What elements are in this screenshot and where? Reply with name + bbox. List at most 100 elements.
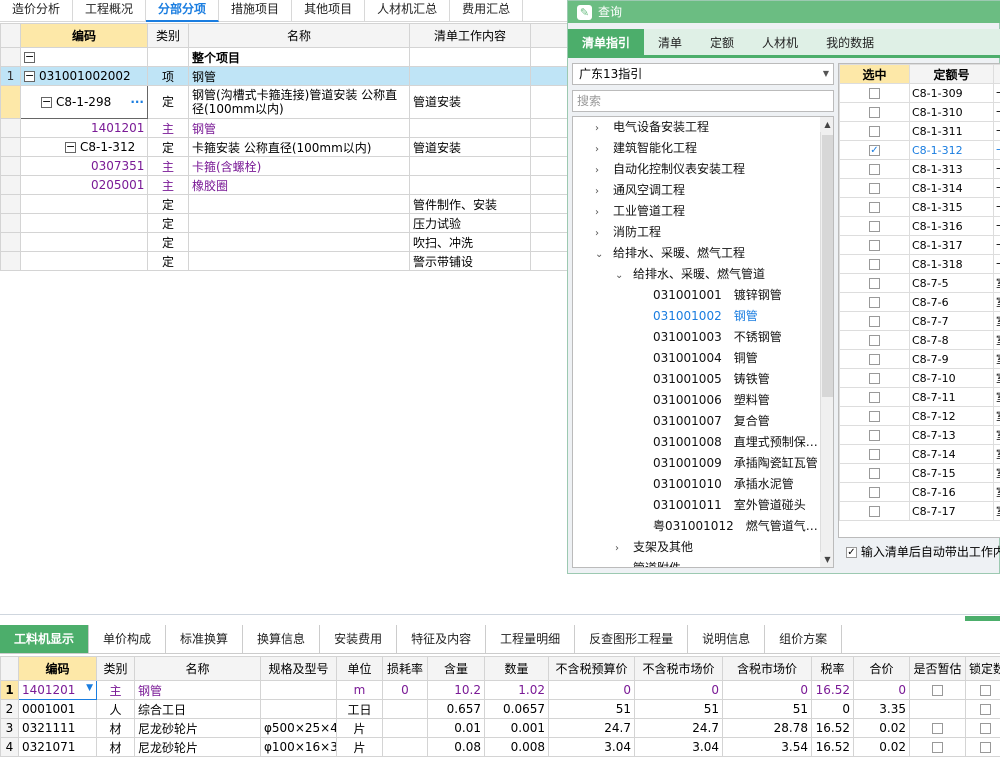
tab-install-fee[interactable]: 安装费用	[320, 625, 398, 653]
checkbox[interactable]	[869, 373, 880, 384]
tab-labor-material[interactable]: 人材机	[748, 29, 812, 55]
collapse-icon[interactable]: −	[24, 70, 35, 82]
tab-quantity-detail[interactable]: 工程量明细	[486, 625, 576, 653]
tree-node[interactable]: 粤031001012 燃气管道气…	[653, 516, 818, 537]
tree-node[interactable]: 031001007 复合管	[653, 411, 770, 432]
quota-row[interactable]: C8-1-317卡	[839, 235, 1000, 255]
checkbox[interactable]	[869, 354, 880, 365]
tab-conversion-info[interactable]: 换算信息	[243, 625, 321, 653]
tree-node[interactable]: 031001008 直埋式预制保…	[653, 432, 818, 453]
auto-work-content-option[interactable]: ✓ 输入清单后自动带出工作内容	[846, 543, 1000, 561]
tree-node[interactable]: ⌄ 给排水、采暖、燃气工程	[595, 243, 745, 264]
chevron-right-icon[interactable]: ›	[595, 118, 613, 139]
chevron-down-icon[interactable]: ▼	[86, 683, 93, 693]
quota-row[interactable]: C8-7-5室	[839, 273, 1000, 293]
tab-my-data[interactable]: 我的数据	[812, 29, 888, 55]
table-row[interactable]: − C8-1-312 定 卡箍安装 公称直径(100mm以内) 管道安装	[0, 137, 571, 157]
tree-node[interactable]: 031001005 铸铁管	[653, 369, 770, 390]
quota-row[interactable]: C8-7-13室	[839, 425, 1000, 445]
quota-row[interactable]: C8-1-315卡	[839, 197, 1000, 217]
checkbox[interactable]	[869, 297, 880, 308]
checkbox[interactable]	[869, 506, 880, 517]
tab-cost-analysis[interactable]: 造价分析	[0, 0, 74, 22]
tab-notes[interactable]: 说明信息	[688, 625, 766, 653]
checkbox[interactable]	[869, 487, 880, 498]
col-type-header[interactable]: 类别	[147, 23, 189, 48]
guide-select[interactable]: 广东13指引 ▼	[572, 63, 834, 85]
tree-node[interactable]: › 工业管道工程	[595, 201, 685, 222]
quota-row[interactable]: C8-1-311卡	[839, 121, 1000, 141]
table-row[interactable]: 0205001 主 橡胶圈	[0, 175, 571, 195]
checkbox[interactable]	[932, 685, 943, 696]
checkbox[interactable]	[932, 742, 943, 753]
scroll-up-icon[interactable]: ▲	[820, 117, 833, 132]
quota-row[interactable]: C8-1-318卡	[839, 254, 1000, 274]
chevron-right-icon[interactable]: ›	[595, 223, 613, 244]
search-input[interactable]: 搜索	[572, 90, 834, 112]
tree-node[interactable]: ›管道附件	[615, 558, 681, 567]
checkbox[interactable]	[869, 221, 880, 232]
table-row[interactable]: 定 压力试验	[0, 213, 571, 233]
checkbox[interactable]	[869, 240, 880, 251]
col-selected-header[interactable]: 选中	[839, 64, 910, 84]
checkbox[interactable]	[869, 392, 880, 403]
col-locked-header[interactable]: 锁定数	[965, 656, 1000, 681]
checkbox[interactable]: ✓	[846, 547, 857, 558]
tab-bill[interactable]: 清单	[644, 29, 696, 55]
table-row[interactable]: 定 吹扫、冲洗	[0, 232, 571, 252]
checkbox[interactable]	[869, 202, 880, 213]
table-row[interactable]: − 整个项目	[0, 47, 571, 67]
tab-labor-material-display[interactable]: 工料机显示	[0, 625, 90, 653]
quota-row[interactable]: C8-1-310卡	[839, 102, 1000, 122]
quota-row[interactable]: C8-7-16室	[839, 482, 1000, 502]
tree-node[interactable]: 031001006 塑料管	[653, 390, 770, 411]
checkbox[interactable]	[869, 449, 880, 460]
tree-node[interactable]: 031001004 铜管	[653, 348, 758, 369]
quota-row[interactable]: C8-7-7室	[839, 311, 1000, 331]
quota-row[interactable]: ✓C8-1-312卡	[839, 140, 1000, 160]
col-code-header[interactable]: 编码	[18, 656, 97, 681]
col-type-header[interactable]: 类别	[96, 656, 135, 681]
checkbox[interactable]	[869, 430, 880, 441]
tab-features[interactable]: 特征及内容	[397, 625, 487, 653]
table-row[interactable]: 1401201 主 钢管	[0, 118, 571, 138]
tree-node[interactable]: › 电气设备安装工程	[595, 117, 709, 138]
quota-row[interactable]: C8-7-10室	[839, 368, 1000, 388]
tab-labor-material-summary[interactable]: 人材机汇总	[365, 0, 451, 22]
checkbox[interactable]	[869, 411, 880, 422]
col-qty-header[interactable]: 数量	[484, 656, 549, 681]
tab-project-overview[interactable]: 工程概况	[73, 0, 147, 22]
checkbox[interactable]	[869, 259, 880, 270]
tree-node[interactable]: 031001011 室外管道碰头	[653, 495, 806, 516]
quota-row[interactable]: C8-7-8室	[839, 330, 1000, 350]
more-icon[interactable]: ···	[130, 95, 144, 109]
col-loss-header[interactable]: 损耗率	[382, 656, 428, 681]
scroll-down-icon[interactable]: ▼	[820, 552, 833, 567]
col-work-header[interactable]: 清单工作内容	[409, 23, 531, 48]
quota-row[interactable]: C8-1-316卡	[839, 216, 1000, 236]
tab-other-items[interactable]: 其他项目	[292, 0, 366, 22]
tree-node[interactable]: ⌄ 给排水、采暖、燃气管道	[615, 264, 765, 285]
checkbox[interactable]	[869, 316, 880, 327]
quota-row[interactable]: C8-7-17室	[839, 501, 1000, 521]
tree-node[interactable]: › 建筑智能化工程	[595, 138, 697, 159]
tab-sections[interactable]: 分部分项	[146, 0, 220, 22]
checkbox[interactable]	[980, 742, 991, 753]
tree-node[interactable]: 031001009 承插陶瓷缸瓦管	[653, 453, 818, 474]
scroll-thumb[interactable]	[822, 135, 833, 397]
col-budget-price-header[interactable]: 不含税预算价	[548, 656, 635, 681]
table-row[interactable]: 4 0321071 材尼龙砂轮片 φ100×16×3 片 0.08 0.008 3.04 3.0…	[0, 737, 1000, 757]
chevron-down-icon[interactable]: ⌄	[615, 265, 633, 286]
checkbox[interactable]	[932, 723, 943, 734]
col-spec-header[interactable]: 规格及型号	[260, 656, 337, 681]
tab-fee-summary[interactable]: 费用汇总	[450, 0, 524, 22]
chevron-right-icon[interactable]: ›	[595, 139, 613, 160]
chevron-right-icon[interactable]: ›	[615, 559, 633, 567]
table-row[interactable]: 1 −031001002002 项 钢管	[0, 66, 571, 86]
table-row[interactable]: − C8-1-298 ··· 定 钢管(沟槽式卡箍连接)管道安装 公称直径(100m…	[0, 85, 571, 119]
col-market-price-header[interactable]: 不含税市场价	[634, 656, 723, 681]
col-total-header[interactable]: 合价	[853, 656, 910, 681]
col-code-header[interactable]: 编码	[20, 23, 148, 48]
checkbox[interactable]	[869, 126, 880, 137]
tab-measures[interactable]: 措施项目	[219, 0, 293, 22]
